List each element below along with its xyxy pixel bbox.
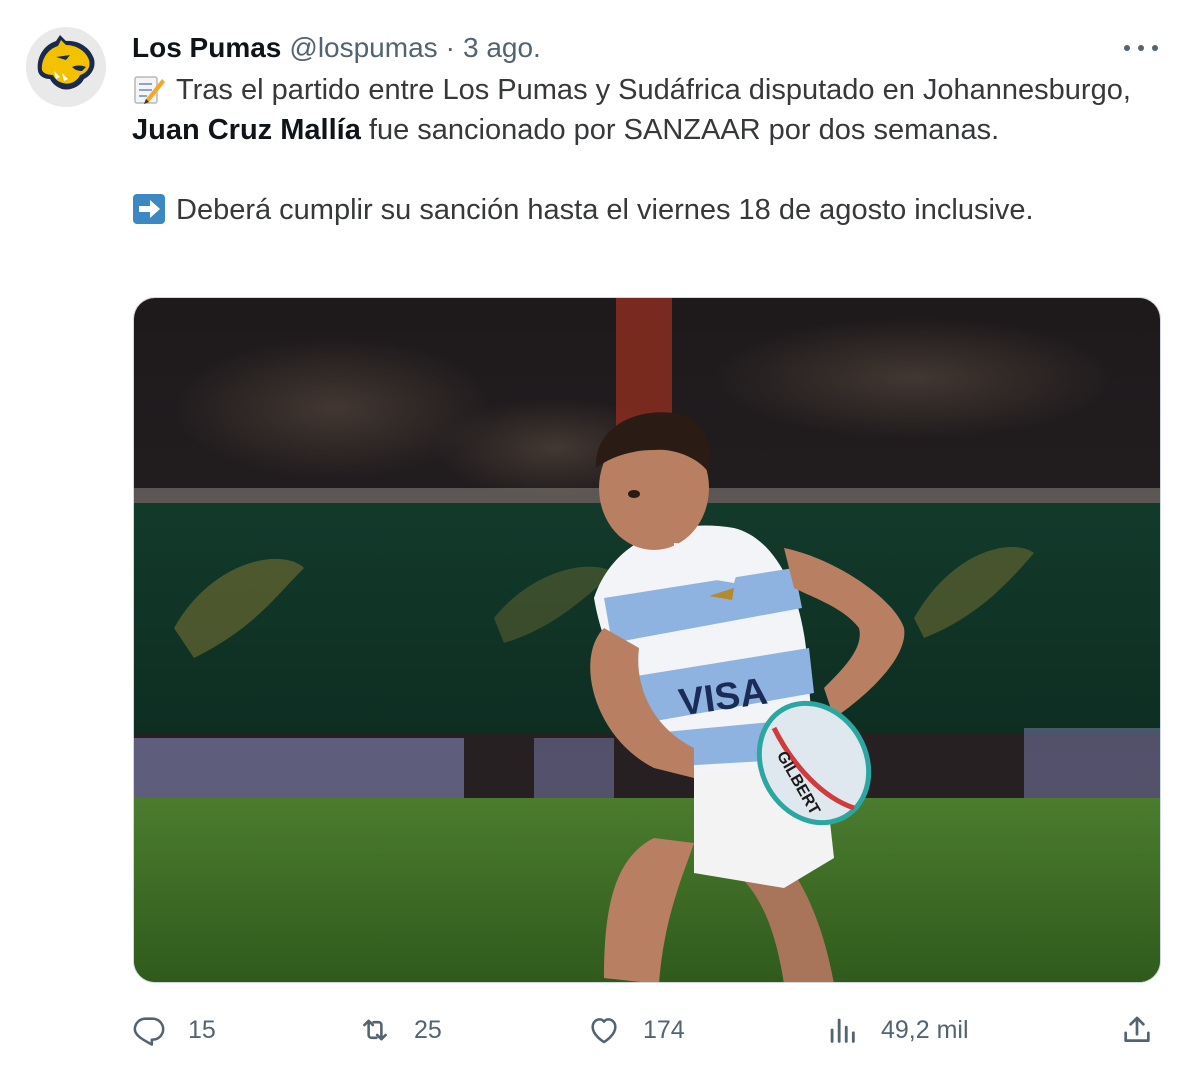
more-dot <box>1152 45 1158 51</box>
heart-icon <box>591 1018 617 1044</box>
analytics-icon <box>830 1018 855 1043</box>
rugby-player-photo: VISA GILBERT <box>134 298 1160 982</box>
puma-logo-icon <box>26 27 106 107</box>
like-count: 174 <box>643 1015 685 1044</box>
header-separator: · <box>445 32 455 63</box>
reply-count: 15 <box>188 1015 216 1044</box>
tweet-header: Los Pumas @lospumas · 3 ago. <box>132 28 541 68</box>
right-arrow-emoji-icon <box>132 193 166 225</box>
share-button[interactable] <box>1120 1006 1154 1054</box>
tweet-text-bold-name: Juan Cruz Mallía <box>132 114 361 146</box>
view-count: 49,2 mil <box>881 1015 969 1044</box>
tweet-photo[interactable]: VISA GILBERT <box>133 297 1161 983</box>
reply-icon <box>133 1017 165 1046</box>
more-options-icon[interactable] <box>1124 40 1158 56</box>
share-icon <box>1124 1016 1150 1042</box>
author-handle[interactable]: @lospumas <box>289 32 437 64</box>
more-dot <box>1124 45 1130 51</box>
tweet-text-part-2: fue sancionado por SANZAAR por dos seman… <box>368 114 1000 146</box>
like-button[interactable]: 174 <box>587 1006 685 1054</box>
retweet-button[interactable]: 25 <box>358 1006 442 1054</box>
tweet-text-part-3: Deberá cumplir su sanción hasta el viern… <box>176 194 1034 226</box>
tweet: Los Pumas @lospumas · 3 ago. Tras el par… <box>0 0 1200 1084</box>
tweet-paragraph-2: Deberá cumplir su sanción hasta el viern… <box>132 190 1152 230</box>
more-dot <box>1138 45 1144 51</box>
tweet-text: Tras el partido entre Los Pumas y Sudáfr… <box>132 70 1152 230</box>
retweet-count: 25 <box>414 1015 442 1044</box>
views-button[interactable]: 49,2 mil <box>825 1006 969 1054</box>
tweet-text-part-1: Tras el partido entre Los Pumas y Sudáfr… <box>176 74 1131 106</box>
retweet-icon <box>363 1019 387 1041</box>
author-display-name[interactable]: Los Pumas <box>132 32 281 64</box>
tweet-actions: 15 25 174 49,2 mil <box>132 1006 1162 1054</box>
memo-emoji-icon <box>132 73 166 105</box>
tweet-paragraph-1: Tras el partido entre Los Pumas y Sudáfr… <box>132 70 1152 150</box>
reply-button[interactable]: 15 <box>132 1006 216 1054</box>
tweet-timestamp[interactable]: 3 ago. <box>463 32 541 64</box>
avatar[interactable] <box>26 27 106 107</box>
